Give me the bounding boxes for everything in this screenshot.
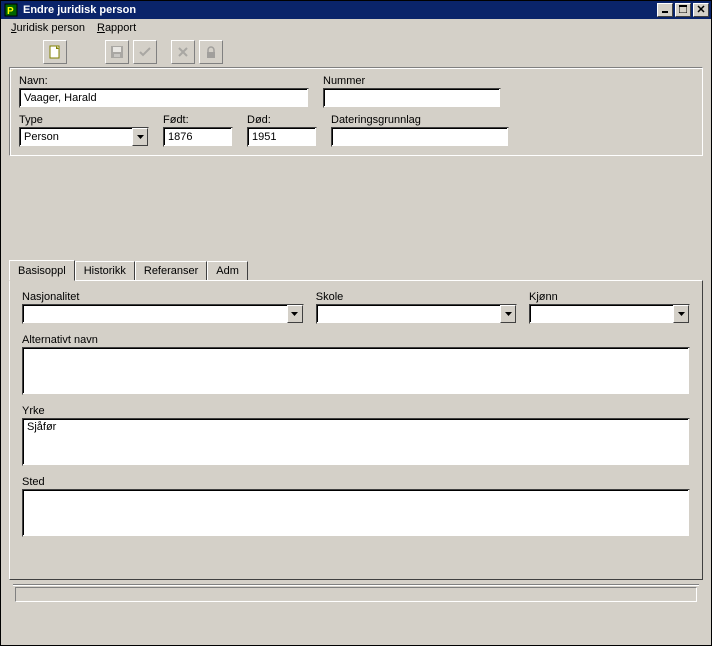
nasjonalitet-label: Nasjonalitet	[22, 291, 304, 303]
tab-basisoppl[interactable]: Basisoppl	[9, 260, 75, 281]
maximize-button[interactable]	[675, 3, 691, 17]
app-icon: P	[3, 2, 19, 18]
confirm-button[interactable]	[133, 40, 157, 64]
dater-label: Dateringsgrunnlag	[331, 114, 509, 126]
nummer-input[interactable]	[323, 88, 501, 108]
skole-label: Skole	[316, 291, 517, 303]
tabs-container: Basisoppl Historikk Referanser Adm Nasjo…	[9, 260, 703, 580]
chevron-down-icon	[132, 128, 148, 146]
type-value: Person	[20, 131, 132, 143]
navn-label: Navn:	[19, 75, 309, 87]
nasjonalitet-combo[interactable]	[22, 304, 304, 324]
minimize-button[interactable]	[657, 3, 673, 17]
sted-input[interactable]	[22, 489, 690, 537]
skole-combo[interactable]	[316, 304, 517, 324]
navn-input[interactable]	[19, 88, 309, 108]
sted-label: Sted	[22, 476, 690, 488]
menu-juridisk-person[interactable]: Juridisk person	[5, 21, 91, 35]
fodt-label: Født:	[163, 114, 233, 126]
form-panel: Navn: Nummer Type Person Født:	[9, 67, 703, 156]
chevron-down-icon	[287, 305, 303, 323]
cancel-button[interactable]	[171, 40, 195, 64]
menu-rapport[interactable]: Rapport	[91, 21, 142, 35]
alternativt-navn-input[interactable]	[22, 347, 690, 395]
fodt-input[interactable]	[163, 127, 233, 147]
svg-text:P: P	[7, 6, 14, 17]
tab-adm[interactable]: Adm	[207, 261, 248, 280]
save-button[interactable]	[105, 40, 129, 64]
titlebar: P Endre juridisk person	[1, 1, 711, 19]
alternativt-navn-label: Alternativt navn	[22, 334, 690, 346]
chevron-down-icon	[673, 305, 689, 323]
yrke-input[interactable]	[22, 418, 690, 466]
app-window: P Endre juridisk person Juridisk person …	[0, 0, 712, 646]
type-label: Type	[19, 114, 149, 126]
dod-label: Død:	[247, 114, 317, 126]
new-button[interactable]	[43, 40, 67, 64]
close-button[interactable]	[693, 3, 709, 17]
content-area: Navn: Nummer Type Person Født:	[1, 67, 711, 645]
tabstrip: Basisoppl Historikk Referanser Adm	[9, 260, 703, 280]
toolbar	[1, 37, 711, 67]
kjonn-combo[interactable]	[529, 304, 690, 324]
kjonn-label: Kjønn	[529, 291, 690, 303]
type-combo[interactable]: Person	[19, 127, 149, 147]
window-controls	[655, 3, 709, 17]
lock-button[interactable]	[199, 40, 223, 64]
status-bar	[13, 584, 699, 604]
dod-input[interactable]	[247, 127, 317, 147]
tab-panel-basis: Nasjonalitet Skole K	[9, 280, 703, 580]
tab-referanser[interactable]: Referanser	[135, 261, 207, 280]
yrke-label: Yrke	[22, 405, 690, 417]
chevron-down-icon	[500, 305, 516, 323]
tab-historikk[interactable]: Historikk	[75, 261, 135, 280]
dater-input[interactable]	[331, 127, 509, 147]
status-cell	[15, 587, 697, 602]
menubar: Juridisk person Rapport	[1, 19, 711, 37]
nummer-label: Nummer	[323, 75, 501, 87]
window-title: Endre juridisk person	[23, 4, 655, 16]
